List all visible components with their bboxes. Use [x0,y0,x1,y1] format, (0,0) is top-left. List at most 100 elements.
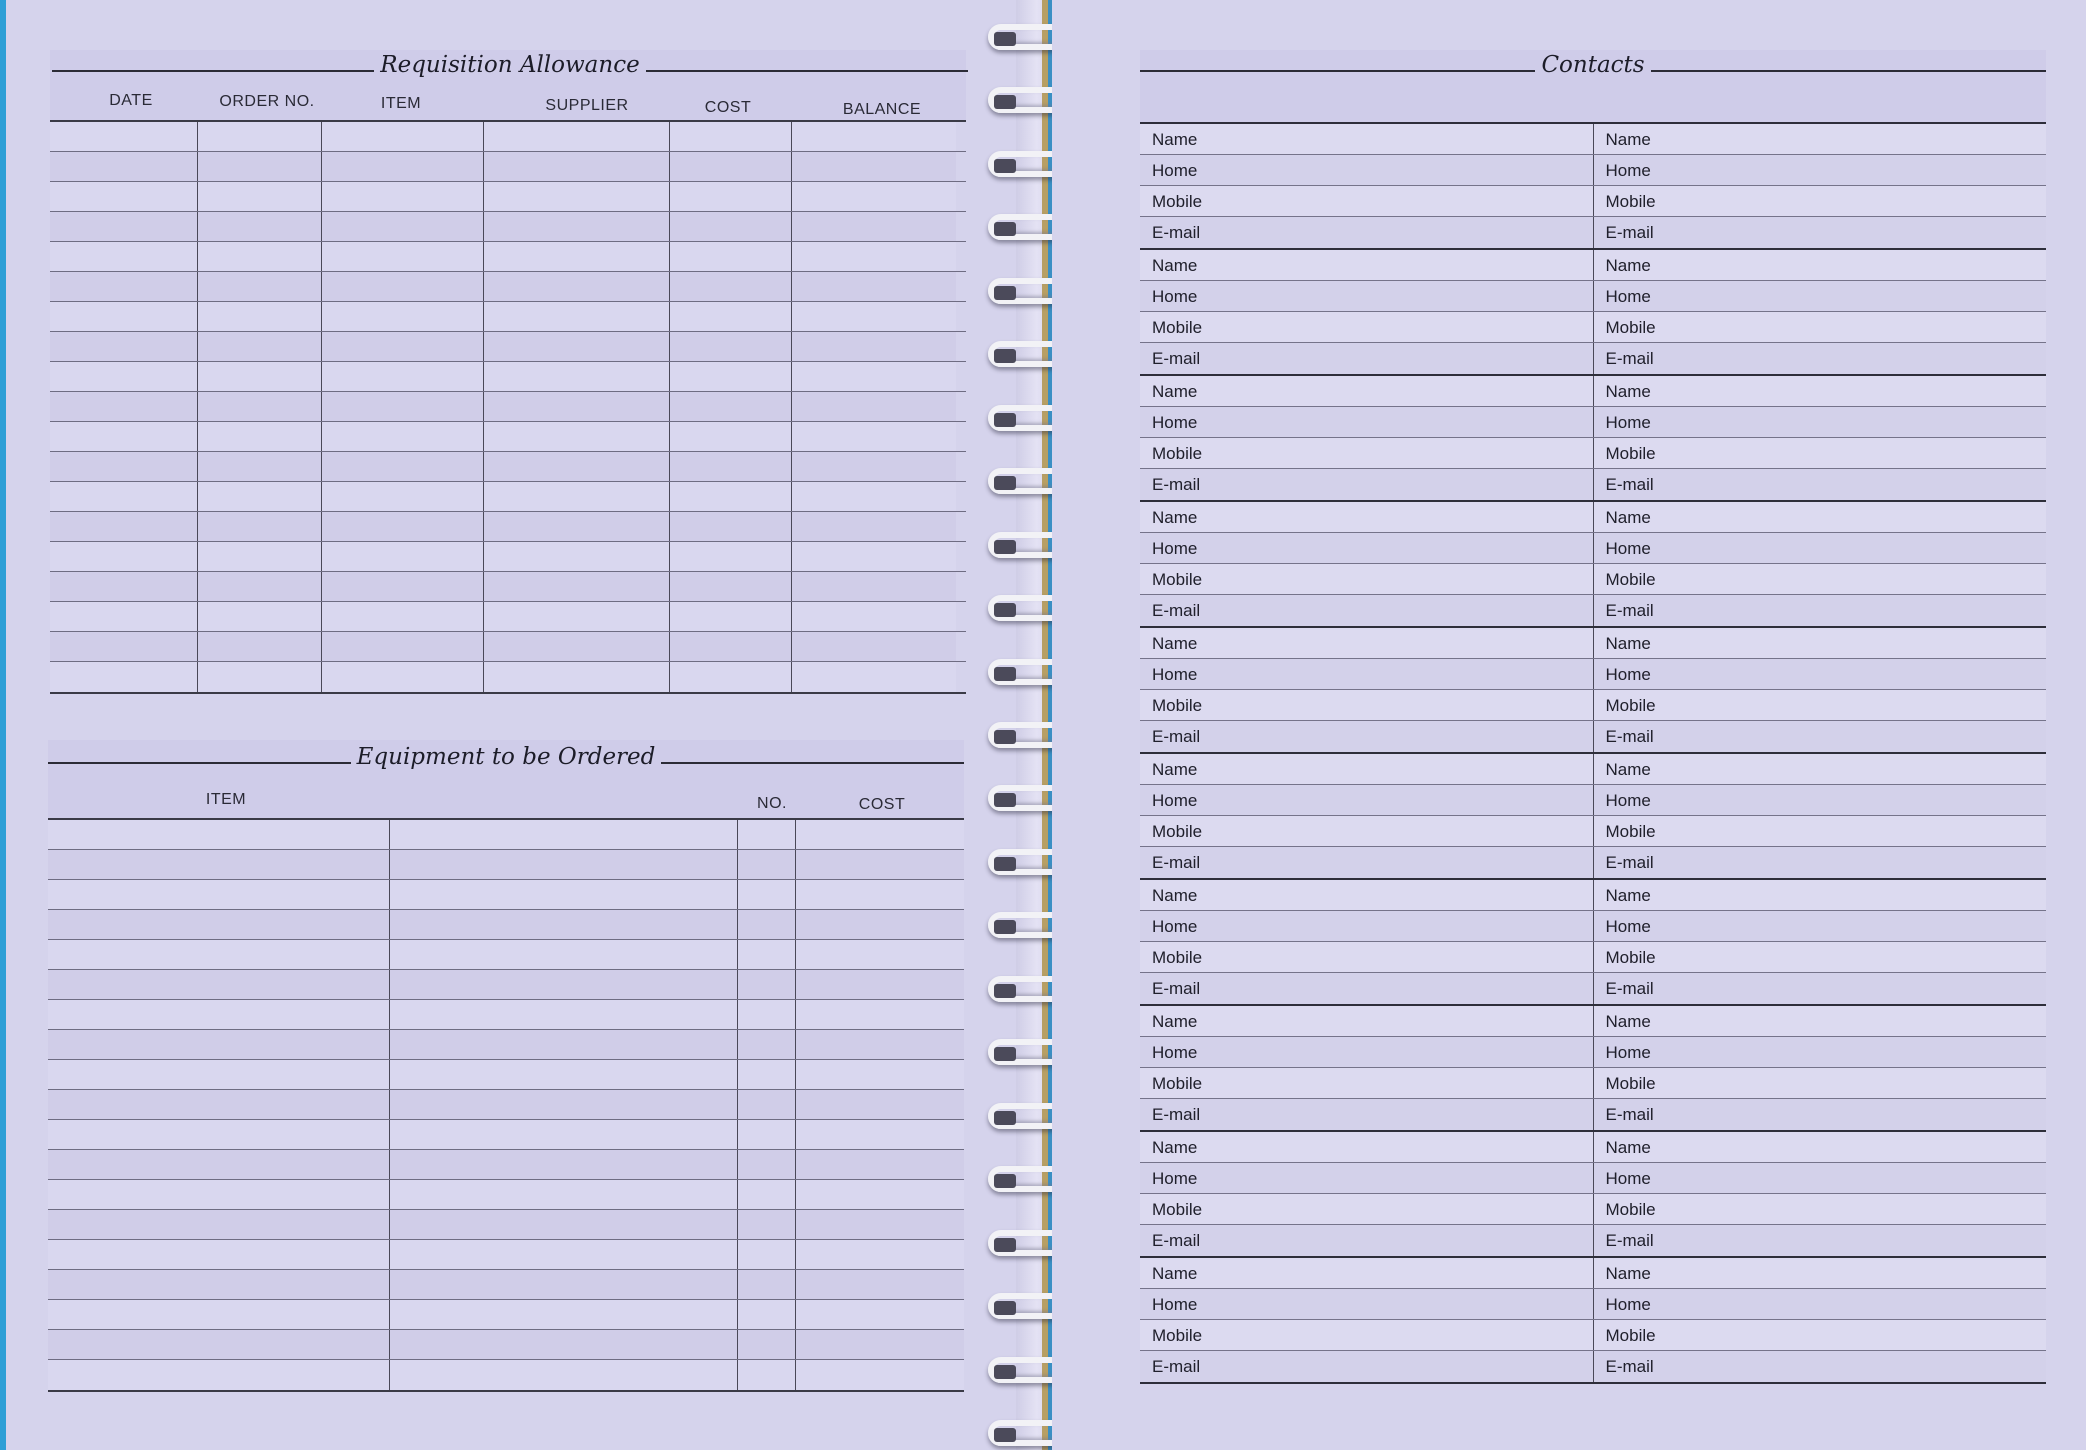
contact-field-e-mail[interactable]: E-mail [1140,217,1594,248]
table-cell[interactable] [738,940,796,969]
table-cell[interactable] [738,1270,796,1299]
table-cell[interactable] [390,1330,738,1359]
contact-field-name[interactable]: Name [1593,502,2046,532]
contact-field-name[interactable]: Name [1593,250,2046,280]
table-cell[interactable] [322,362,484,391]
table-cell[interactable] [322,422,484,451]
table-cell[interactable] [738,1360,796,1390]
table-cell[interactable] [322,452,484,481]
table-cell[interactable] [50,242,198,271]
table-cell[interactable] [50,272,198,301]
table-cell[interactable] [48,1240,390,1269]
table-cell[interactable] [792,452,956,481]
contact-field-name[interactable]: Name [1140,376,1594,406]
contact-field-e-mail[interactable]: E-mail [1593,1225,2046,1256]
table-cell[interactable] [792,152,956,181]
table-cell[interactable] [796,1120,964,1149]
contact-field-mobile[interactable]: Mobile [1140,1194,1594,1224]
table-cell[interactable] [792,422,956,451]
contact-field-mobile[interactable]: Mobile [1140,1068,1594,1098]
contact-field-name[interactable]: Name [1593,880,2046,910]
table-cell[interactable] [484,362,670,391]
contact-field-e-mail[interactable]: E-mail [1593,343,2046,374]
contact-field-home[interactable]: Home [1593,785,2046,815]
table-cell[interactable] [796,1060,964,1089]
table-cell[interactable] [50,122,198,151]
table-cell[interactable] [670,362,792,391]
table-cell[interactable] [390,820,738,849]
table-cell[interactable] [484,422,670,451]
contact-field-home[interactable]: Home [1593,533,2046,563]
contact-field-mobile[interactable]: Mobile [1140,312,1594,342]
table-cell[interactable] [48,910,390,939]
contact-field-e-mail[interactable]: E-mail [1140,1099,1594,1130]
table-cell[interactable] [50,632,198,661]
table-cell[interactable] [796,1300,964,1329]
table-cell[interactable] [390,910,738,939]
table-cell[interactable] [48,1030,390,1059]
table-cell[interactable] [670,542,792,571]
table-cell[interactable] [796,1210,964,1239]
table-cell[interactable] [738,1000,796,1029]
table-cell[interactable] [670,392,792,421]
table-cell[interactable] [198,182,322,211]
contact-field-home[interactable]: Home [1593,407,2046,437]
table-cell[interactable] [322,182,484,211]
contact-field-e-mail[interactable]: E-mail [1593,469,2046,500]
table-cell[interactable] [670,122,792,151]
contact-field-home[interactable]: Home [1140,911,1594,941]
contact-field-home[interactable]: Home [1140,533,1594,563]
table-cell[interactable] [48,1330,390,1359]
table-cell[interactable] [390,1030,738,1059]
table-cell[interactable] [738,1300,796,1329]
table-cell[interactable] [796,1240,964,1269]
table-cell[interactable] [792,542,956,571]
contact-field-mobile[interactable]: Mobile [1140,942,1594,972]
table-cell[interactable] [792,302,956,331]
table-cell[interactable] [670,452,792,481]
table-cell[interactable] [484,212,670,241]
table-cell[interactable] [792,392,956,421]
table-cell[interactable] [390,970,738,999]
table-cell[interactable] [390,1120,738,1149]
table-cell[interactable] [796,1180,964,1209]
table-cell[interactable] [796,940,964,969]
table-cell[interactable] [484,152,670,181]
table-cell[interactable] [48,1210,390,1239]
table-cell[interactable] [48,1300,390,1329]
table-cell[interactable] [50,302,198,331]
table-cell[interactable] [738,1240,796,1269]
table-cell[interactable] [792,122,956,151]
table-cell[interactable] [670,482,792,511]
table-cell[interactable] [50,602,198,631]
contact-field-mobile[interactable]: Mobile [1593,690,2046,720]
table-cell[interactable] [738,820,796,849]
table-cell[interactable] [484,662,670,692]
contact-field-home[interactable]: Home [1140,785,1594,815]
contact-field-home[interactable]: Home [1140,407,1594,437]
contact-field-mobile[interactable]: Mobile [1593,312,2046,342]
table-cell[interactable] [322,302,484,331]
table-cell[interactable] [670,242,792,271]
table-cell[interactable] [50,452,198,481]
table-cell[interactable] [198,452,322,481]
table-cell[interactable] [792,662,956,692]
table-cell[interactable] [796,1360,964,1390]
table-cell[interactable] [390,850,738,879]
contact-field-name[interactable]: Name [1593,1132,2046,1162]
table-cell[interactable] [198,482,322,511]
contact-field-mobile[interactable]: Mobile [1140,816,1594,846]
table-cell[interactable] [198,302,322,331]
table-cell[interactable] [50,662,198,692]
table-cell[interactable] [322,632,484,661]
table-cell[interactable] [322,212,484,241]
table-cell[interactable] [796,970,964,999]
contact-field-e-mail[interactable]: E-mail [1593,721,2046,752]
table-cell[interactable] [670,572,792,601]
table-cell[interactable] [198,662,322,692]
table-cell[interactable] [738,1090,796,1119]
table-cell[interactable] [50,182,198,211]
contact-field-home[interactable]: Home [1593,155,2046,185]
table-cell[interactable] [670,332,792,361]
contact-field-mobile[interactable]: Mobile [1593,816,2046,846]
